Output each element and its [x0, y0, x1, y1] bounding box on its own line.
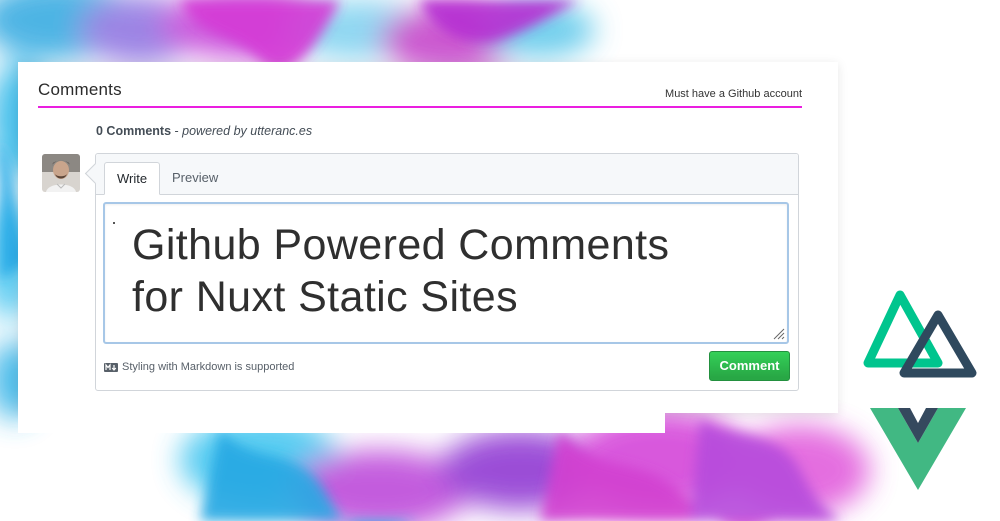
markdown-support-note[interactable]: Styling with Markdown is supported	[104, 361, 294, 373]
nuxt-logo	[863, 290, 977, 378]
panel-footer-strip	[18, 413, 665, 433]
tab-write[interactable]: Write	[104, 162, 161, 195]
comment-text-line-1: Github Powered Comments	[132, 221, 670, 269]
comment-editor: Write Preview Github Powered Comments fo…	[95, 153, 799, 391]
comment-count: 0 Comments - powered by utteranc.es	[96, 124, 312, 138]
editor-tabbar: Write Preview	[96, 154, 798, 195]
comments-header: Comments Must have a Github account	[38, 80, 802, 108]
tab-preview[interactable]: Preview	[160, 162, 230, 193]
github-account-note: Must have a Github account	[665, 88, 802, 100]
vue-logo	[870, 408, 966, 490]
powered-by-label[interactable]: powered by utteranc.es	[182, 124, 312, 138]
logos	[863, 290, 977, 490]
text-cursor	[113, 222, 115, 224]
comment-textarea[interactable]: Github Powered Comments for Nuxt Static …	[103, 202, 789, 344]
comments-panel: Comments Must have a Github account 0 Co…	[18, 62, 838, 413]
markdown-note-label: Styling with Markdown is supported	[122, 361, 295, 373]
markdown-icon	[104, 362, 118, 372]
comment-text: Github Powered Comments for Nuxt Static …	[132, 219, 782, 323]
count-separator: -	[171, 124, 183, 138]
comment-text-line-2: for Nuxt Static Sites	[132, 273, 518, 321]
comment-count-label: 0 Comments	[96, 124, 172, 138]
resize-grip-icon[interactable]	[773, 328, 785, 340]
comments-title: Comments	[38, 80, 122, 99]
avatar[interactable]	[42, 154, 80, 192]
comment-button[interactable]: Comment	[709, 351, 790, 381]
